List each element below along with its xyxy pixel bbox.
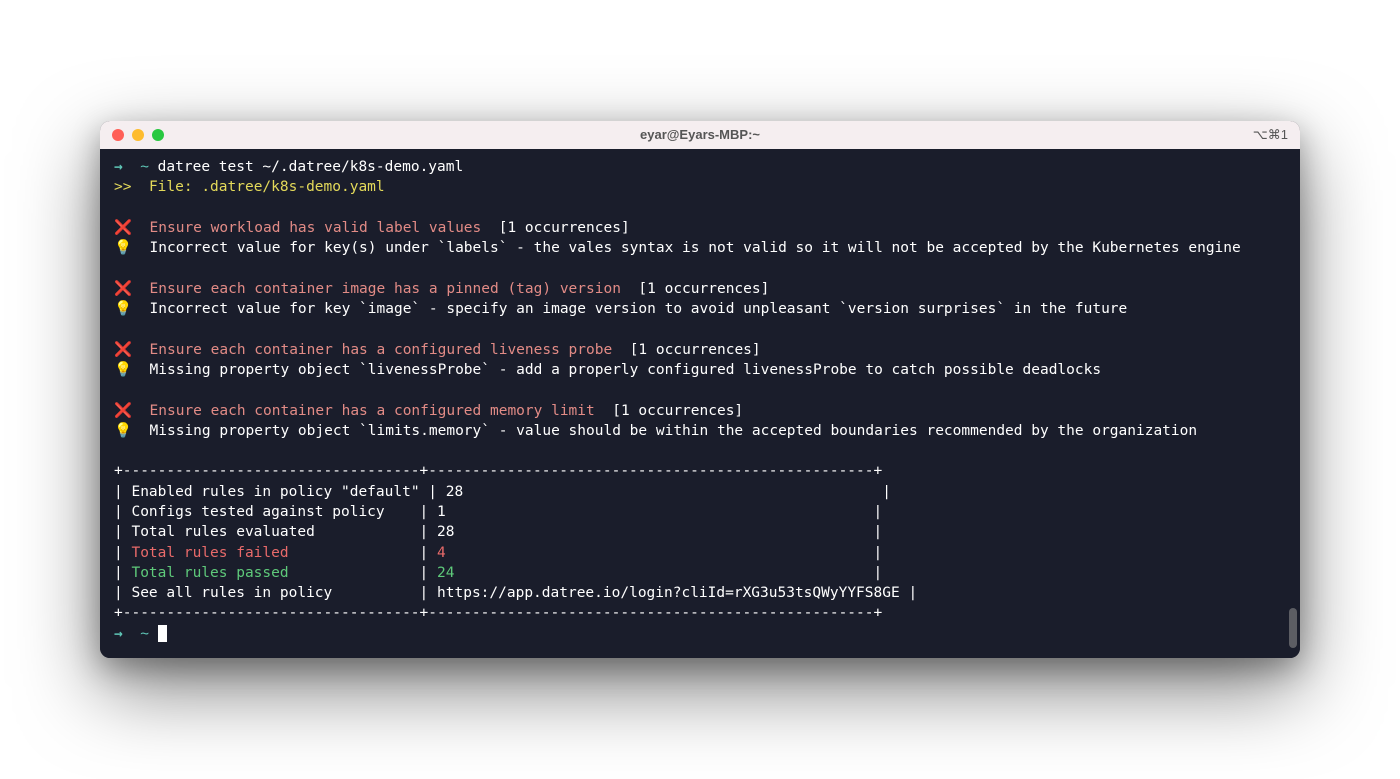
blank-line xyxy=(114,319,1286,339)
summary-label: Enabled rules in policy "default" xyxy=(131,484,419,500)
violation-detail-line: 💡 Incorrect value for key `image` - spec… xyxy=(114,299,1286,319)
violation-rule-line: ❌ Ensure workload has valid label values… xyxy=(114,218,1286,238)
violation-detail: Missing property object `livenessProbe` … xyxy=(150,362,1102,378)
summary-value: 4 xyxy=(437,545,865,561)
summary-label: Total rules evaluated xyxy=(131,524,410,540)
window-shortcut: ⌥⌘1 xyxy=(1253,127,1288,143)
summary-value: 28 xyxy=(437,524,865,540)
bulb-icon: 💡 xyxy=(114,362,132,378)
prompt-line: → ~ datree test ~/.datree/k8s-demo.yaml xyxy=(114,157,1286,177)
prompt-arrow-icon: → xyxy=(114,626,123,642)
prompt-tilde: ~ xyxy=(140,626,149,642)
violation-detail: Missing property object `limits.memory` … xyxy=(150,423,1198,439)
summary-value: https://app.datree.io/login?cliId=rXG3u5… xyxy=(437,585,900,601)
violation-detail-line: 💡 Missing property object `livenessProbe… xyxy=(114,360,1286,380)
file-line: >> File: .datree/k8s-demo.yaml xyxy=(114,177,1286,197)
titlebar: eyar@Eyars-MBP:~ ⌥⌘1 xyxy=(100,121,1300,149)
summary-divider: +----------------------------------+----… xyxy=(114,461,1286,481)
violation-occurrences: [1 occurrences] xyxy=(499,220,630,236)
file-label: File: .datree/k8s-demo.yaml xyxy=(149,179,385,195)
prompt-arrow-icon: → xyxy=(114,159,123,175)
violation-rule: Ensure workload has valid label values xyxy=(150,220,482,236)
maximize-icon[interactable] xyxy=(152,129,164,141)
x-icon: ❌ xyxy=(114,281,132,297)
violation-rule-line: ❌ Ensure each container has a configured… xyxy=(114,401,1286,421)
bulb-icon: 💡 xyxy=(114,423,132,439)
close-icon[interactable] xyxy=(112,129,124,141)
summary-divider: +----------------------------------+----… xyxy=(114,603,1286,623)
x-icon: ❌ xyxy=(114,403,132,419)
cursor xyxy=(158,625,167,642)
file-prefix: >> xyxy=(114,179,131,195)
summary-label: Configs tested against policy xyxy=(131,504,410,520)
summary-label: Total rules failed xyxy=(131,545,410,561)
terminal-body[interactable]: → ~ datree test ~/.datree/k8s-demo.yaml … xyxy=(100,149,1300,658)
window-title: eyar@Eyars-MBP:~ xyxy=(640,127,760,142)
violations-list: ❌ Ensure workload has valid label values… xyxy=(114,218,1286,441)
violation-detail: Incorrect value for key `image` - specif… xyxy=(150,301,1128,317)
summary-label: Total rules passed xyxy=(131,565,410,581)
summary-row: | Configs tested against policy | 1 | xyxy=(114,502,1286,522)
command-text: datree test ~/.datree/k8s-demo.yaml xyxy=(158,159,464,175)
blank-line xyxy=(114,380,1286,400)
violation-occurrences: [1 occurrences] xyxy=(638,281,769,297)
summary-value: 1 xyxy=(437,504,865,520)
violation-detail-line: 💡 Incorrect value for key(s) under `labe… xyxy=(114,238,1286,258)
summary-row: | See all rules in policy | https://app.… xyxy=(114,583,1286,603)
summary-row: | Total rules evaluated | 28 | xyxy=(114,522,1286,542)
blank-line xyxy=(114,198,1286,218)
scrollbar[interactable] xyxy=(1289,149,1297,658)
x-icon: ❌ xyxy=(114,220,132,236)
violation-rule-line: ❌ Ensure each container image has a pinn… xyxy=(114,279,1286,299)
violation-rule-line: ❌ Ensure each container has a configured… xyxy=(114,340,1286,360)
summary-row: | Total rules passed | 24 | xyxy=(114,563,1286,583)
traffic-lights xyxy=(112,129,164,141)
scrollbar-thumb[interactable] xyxy=(1289,608,1297,648)
bulb-icon: 💡 xyxy=(114,240,132,256)
violation-rule: Ensure each container has a configured m… xyxy=(150,403,595,419)
violation-detail: Incorrect value for key(s) under `labels… xyxy=(150,240,1241,256)
summary-value: 24 xyxy=(437,565,865,581)
prompt-line-final: → ~ xyxy=(114,624,1286,644)
prompt-tilde: ~ xyxy=(140,159,149,175)
summary-value: 28 xyxy=(446,484,874,500)
summary-row: | Total rules failed | 4 | xyxy=(114,543,1286,563)
terminal-window: eyar@Eyars-MBP:~ ⌥⌘1 → ~ datree test ~/.… xyxy=(100,121,1300,658)
summary-row: | Enabled rules in policy "default" | 28… xyxy=(114,482,1286,502)
violation-rule: Ensure each container has a configured l… xyxy=(150,342,613,358)
summary-label: See all rules in policy xyxy=(131,585,410,601)
violation-occurrences: [1 occurrences] xyxy=(630,342,761,358)
violation-rule: Ensure each container image has a pinned… xyxy=(150,281,621,297)
minimize-icon[interactable] xyxy=(132,129,144,141)
x-icon: ❌ xyxy=(114,342,132,358)
violation-detail-line: 💡 Missing property object `limits.memory… xyxy=(114,421,1286,441)
blank-line xyxy=(114,441,1286,461)
bulb-icon: 💡 xyxy=(114,301,132,317)
summary-table: +----------------------------------+----… xyxy=(114,461,1286,623)
blank-line xyxy=(114,258,1286,278)
violation-occurrences: [1 occurrences] xyxy=(612,403,743,419)
